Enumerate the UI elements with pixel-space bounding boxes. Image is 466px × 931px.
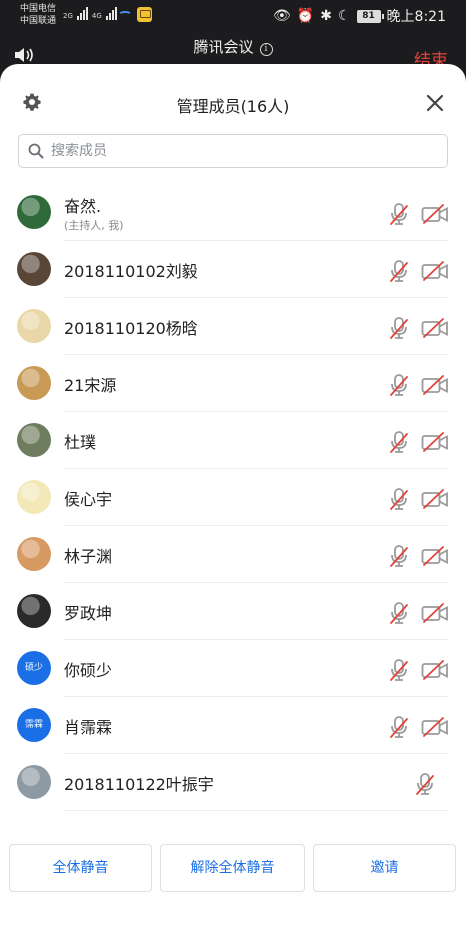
info-icon[interactable]: i	[259, 43, 273, 56]
avatar	[17, 423, 51, 457]
member-list[interactable]: 奋然. (主持人, 我) 2018110102刘毅 2018110120杨晗 21宋源杜…	[0, 184, 466, 828]
camera-off-icon[interactable]	[421, 318, 449, 338]
carrier-names: 中国电信 中国联通	[20, 3, 56, 27]
clock: 晚上8:21	[386, 9, 446, 25]
unmute-all-button[interactable]: 解除全体静音	[160, 844, 305, 892]
manage-members-sheet: 管理成员(16人) 奋然. (主持人, 我) 2018110102刘毅 2018110…	[0, 64, 466, 931]
signal-indicators: 2G 4G	[63, 6, 117, 20]
mic-muted-icon[interactable]	[388, 658, 410, 682]
camera-off-icon[interactable]	[421, 489, 449, 509]
mic-muted-icon[interactable]	[388, 715, 410, 739]
bluetooth-icon: ✱	[320, 8, 332, 24]
bottom-actions: 全体静音 解除全体静音 邀请	[0, 844, 466, 896]
camera-off-icon[interactable]	[421, 204, 449, 224]
mic-muted-icon[interactable]	[388, 373, 410, 397]
member-row[interactable]: 奋然. (主持人, 我)	[0, 184, 466, 241]
member-name: 林子渊	[64, 547, 113, 566]
mute-all-button[interactable]: 全体静音	[9, 844, 152, 892]
member-row[interactable]: 2018110122叶振宇	[0, 754, 466, 811]
signal-bars-icon	[105, 6, 117, 20]
mic-muted-icon[interactable]	[388, 259, 410, 283]
mic-muted-icon[interactable]	[388, 430, 410, 454]
avatar: 硕少	[17, 651, 51, 685]
meeting-title[interactable]: 腾讯会议 i	[0, 36, 466, 57]
mic-muted-icon[interactable]	[388, 601, 410, 625]
sheet-title: 管理成员(16人)	[176, 97, 290, 116]
avatar	[17, 594, 51, 628]
camera-off-icon[interactable]	[421, 717, 449, 737]
avatar	[17, 765, 51, 799]
eye-icon: 👁	[273, 8, 291, 24]
mic-muted-icon[interactable]	[388, 544, 410, 568]
member-row[interactable]: 杜璞	[0, 412, 466, 469]
member-row[interactable]: 硕少 你硕少	[0, 640, 466, 697]
camera-off-icon[interactable]	[421, 603, 449, 623]
cloud-icon	[118, 11, 132, 19]
mic-muted-icon[interactable]	[414, 772, 436, 796]
search-box[interactable]	[18, 134, 448, 168]
battery-icon: 81	[356, 9, 384, 23]
member-role: (主持人, 我)	[64, 219, 124, 232]
status-right: 👁 ⏰ ✱ ☾ 81 晚上8:21	[273, 6, 446, 26]
mic-muted-icon[interactable]	[388, 202, 410, 226]
camera-off-icon[interactable]	[421, 261, 449, 281]
member-name: 2018110120杨晗	[64, 319, 198, 338]
member-row[interactable]: 罗政坤	[0, 583, 466, 640]
close-icon[interactable]	[426, 94, 444, 112]
avatar	[17, 252, 51, 286]
avatar	[17, 366, 51, 400]
camera-off-icon[interactable]	[421, 546, 449, 566]
mic-muted-icon[interactable]	[388, 487, 410, 511]
carrier-2: 中国联通	[20, 16, 57, 26]
member-row[interactable]: 霈霖 肖霈霖	[0, 697, 466, 754]
carrier-1: 中国电信	[20, 4, 57, 14]
avatar	[17, 537, 51, 571]
search-input[interactable]	[51, 139, 431, 163]
member-name: 杜璞	[64, 433, 97, 452]
member-name: 奋然.	[64, 197, 102, 216]
member-name: 21宋源	[64, 376, 117, 395]
search-icon	[28, 143, 44, 159]
alarm-icon: ⏰	[296, 8, 315, 24]
camera-off-icon[interactable]	[421, 660, 449, 680]
avatar	[17, 195, 51, 229]
camera-off-icon[interactable]	[421, 375, 449, 395]
member-row[interactable]: 林子渊	[0, 526, 466, 583]
invite-button[interactable]: 邀请	[313, 844, 456, 892]
member-name: 肖霈霖	[64, 718, 113, 737]
network-type-2: 4G	[91, 12, 102, 20]
moon-icon: ☾	[337, 8, 351, 24]
signal-bars-icon	[76, 6, 88, 20]
divider	[64, 810, 448, 811]
member-row[interactable]: 2018110120杨晗	[0, 298, 466, 355]
sheet-header: 管理成员(16人)	[0, 64, 466, 142]
mic-muted-icon[interactable]	[388, 316, 410, 340]
status-bar: 中国电信 中国联通 2G 4G 👁 ⏰ ✱ ☾ 81 晚上8:21	[0, 0, 466, 34]
avatar: 霈霖	[17, 708, 51, 742]
camera-off-icon[interactable]	[421, 432, 449, 452]
member-name: 2018110102刘毅	[64, 262, 198, 281]
member-row[interactable]: 2018110102刘毅	[0, 241, 466, 298]
network-type-1: 2G	[63, 12, 73, 20]
notification-icon	[137, 7, 152, 22]
member-name: 侯心宇	[64, 490, 113, 509]
member-name: 罗政坤	[64, 604, 113, 623]
member-row[interactable]: 21宋源	[0, 355, 466, 412]
meeting-title-text: 腾讯会议	[193, 38, 254, 56]
member-name: 你硕少	[64, 661, 113, 680]
avatar	[17, 309, 51, 343]
avatar	[17, 480, 51, 514]
member-name: 2018110122叶振宇	[64, 775, 214, 794]
member-row[interactable]: 侯心宇	[0, 469, 466, 526]
